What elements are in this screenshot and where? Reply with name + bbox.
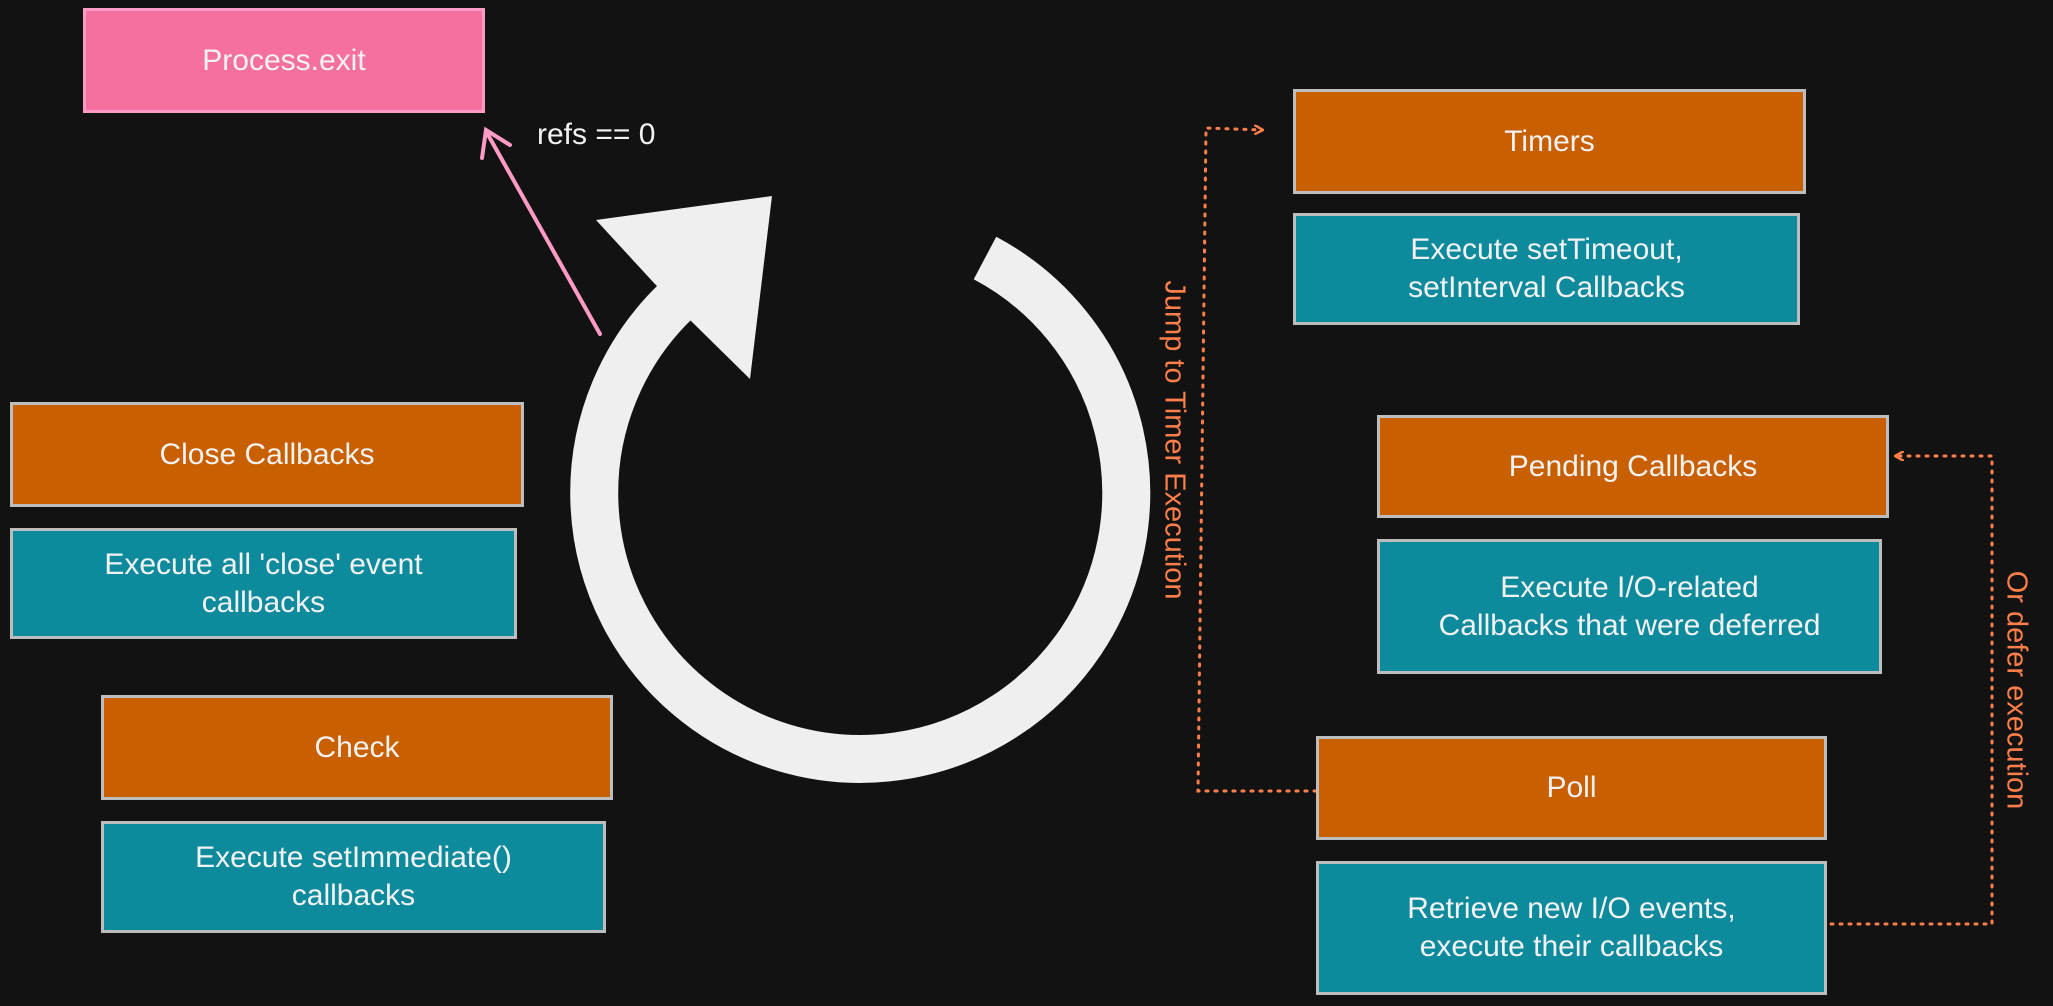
poll-title: Poll (1546, 771, 1597, 804)
pending-description: Execute I/O-related Callbacks that were … (1377, 539, 1882, 674)
process-exit-box: Process.exit (83, 8, 485, 113)
poll-phase: Poll (1316, 736, 1827, 840)
pending-phase: Pending Callbacks (1377, 415, 1889, 518)
refs-label: refs == 0 (537, 118, 656, 151)
close-description: Execute all 'close' event callbacks (10, 528, 517, 639)
defer-annotation: Or defer execution (2000, 570, 2033, 810)
loop-arrow-ring (570, 236, 1151, 783)
timers-phase: Timers (1293, 89, 1806, 194)
exit-arrow (485, 131, 602, 336)
check-description: Execute setImmediate() callbacks (101, 821, 606, 933)
jump-annotation: Jump to Timer Execution (1158, 280, 1191, 600)
check-title: Check (314, 730, 400, 764)
close-phase: Close Callbacks (10, 402, 524, 507)
timers-description: Execute setTimeout, setInterval Callback… (1293, 213, 1800, 325)
pending-title: Pending Callbacks (1508, 449, 1758, 483)
timers-title: Timers (1504, 124, 1595, 158)
check-phase: Check (101, 695, 613, 800)
close-title: Close Callbacks (159, 437, 375, 471)
poll-description: Retrieve new I/O events, execute their c… (1316, 861, 1827, 995)
exit-arrow-head (480, 126, 512, 160)
defer-connector (1802, 456, 1994, 926)
process-exit-label: Process.exit (202, 43, 366, 77)
